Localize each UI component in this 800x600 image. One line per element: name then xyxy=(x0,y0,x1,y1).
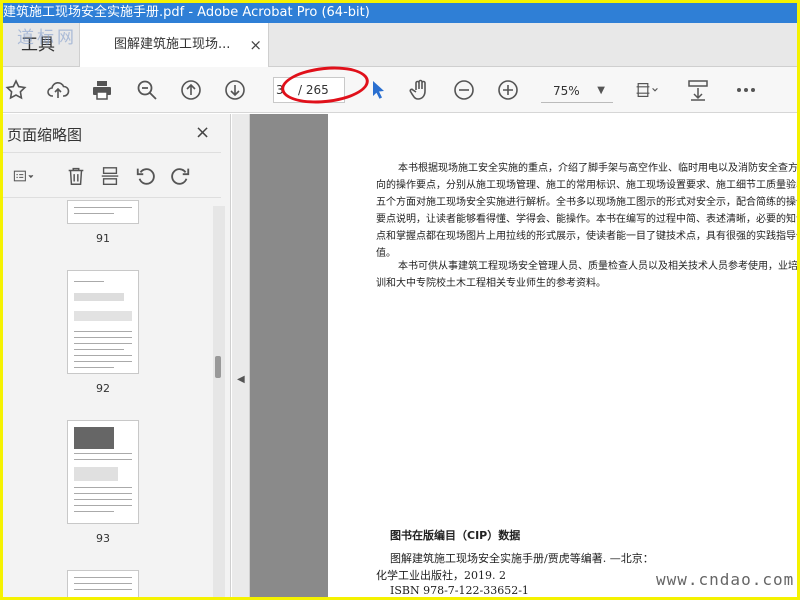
tab-tools[interactable]: 工具 xyxy=(3,23,79,67)
cursor-icon[interactable] xyxy=(365,77,391,103)
arrow-up-circle-icon[interactable] xyxy=(178,77,204,103)
more-icon[interactable] xyxy=(733,77,759,103)
thumbnail-page[interactable] xyxy=(67,420,139,524)
zoom-value: 75% xyxy=(553,84,580,98)
hand-icon[interactable] xyxy=(407,77,433,103)
tab-document-label: 图解建筑施工现场... xyxy=(114,37,231,52)
panel-toolbar xyxy=(3,152,221,198)
scrollbar-thumb[interactable] xyxy=(215,356,221,378)
zoom-out-search-icon[interactable] xyxy=(134,77,160,103)
thumbnail-page[interactable] xyxy=(67,200,139,224)
window-title: 建筑施工现场安全实施手册.pdf - Adobe Acrobat Pro (64… xyxy=(3,3,797,23)
rotate-right-icon[interactable] xyxy=(167,163,193,189)
tab-close-icon[interactable]: × xyxy=(249,23,262,67)
collapse-panel-handle[interactable]: ◀ xyxy=(232,114,250,597)
tab-document[interactable]: 图解建筑施工现场... × xyxy=(79,23,269,67)
thumbnail-page-number: 91 xyxy=(96,232,110,245)
app-window: 建筑施工现场安全实施手册.pdf - Adobe Acrobat Pro (64… xyxy=(3,3,797,597)
trash-icon[interactable] xyxy=(63,163,89,189)
thumbnail-list: 91 92 93 xyxy=(3,200,211,597)
page-number-field[interactable]: 3 / 265 xyxy=(273,77,345,103)
arrow-down-circle-icon[interactable] xyxy=(222,77,248,103)
cip-text: 化学工业出版社，2019. 2 xyxy=(376,569,506,582)
options-menu-icon[interactable] xyxy=(5,163,43,189)
rotate-left-icon[interactable] xyxy=(133,163,159,189)
plus-circle-icon[interactable] xyxy=(495,77,521,103)
cip-heading: 图书在版编目（CIP）数据 xyxy=(390,529,521,542)
toolbar: 3 / 265 75% ▼ xyxy=(3,62,797,113)
scroll-icon[interactable] xyxy=(685,77,711,103)
page-total: / 265 xyxy=(298,83,329,97)
cloud-upload-icon[interactable] xyxy=(45,77,71,103)
cip-text: 图解建筑施工现场安全实施手册/贾虎等编著. —北京： xyxy=(390,552,654,565)
star-icon[interactable] xyxy=(3,77,29,103)
page-margin xyxy=(250,114,328,597)
document-paragraph: 本书可供从事建筑工程现场安全管理人员、质量检查人员以及相关技术人员参考使用，业培… xyxy=(376,261,797,289)
close-icon[interactable]: × xyxy=(195,122,210,143)
thumbnail-page[interactable] xyxy=(67,270,139,374)
chevron-left-icon: ◀ xyxy=(237,374,245,385)
page-fit-icon[interactable] xyxy=(629,77,665,103)
site-watermark: www.cndao.com xyxy=(656,570,795,589)
document-view: ◀ 本书根据现场施工安全实施的重点，介绍了脚手架与高空作业、临时用电以及消防安全… xyxy=(232,114,797,597)
thumbnail-page[interactable] xyxy=(67,570,139,597)
document-paragraph: 本书根据现场施工安全实施的重点，介绍了脚手架与高空作业、临时用电以及消防安全查方… xyxy=(376,163,797,259)
tab-bar: 工具 图解建筑施工现场... × xyxy=(3,23,797,67)
page-current[interactable]: 3 xyxy=(276,78,284,102)
chevron-down-icon: ▼ xyxy=(597,85,605,96)
thumbnail-page-number: 92 xyxy=(96,382,110,395)
panel-title: 页面缩略图 xyxy=(7,126,83,144)
thumbnail-scrollbar[interactable] xyxy=(213,206,225,597)
minus-circle-icon[interactable] xyxy=(451,77,477,103)
cip-text: ISBN 978-7-122-33652-1 xyxy=(390,584,529,597)
zoom-select[interactable]: 75% ▼ xyxy=(541,79,613,103)
insert-page-icon[interactable] xyxy=(97,163,123,189)
thumbnail-panel: 页面缩略图 × 91 92 93 xyxy=(3,114,231,597)
print-icon[interactable] xyxy=(89,77,115,103)
thumbnail-page-number: 93 xyxy=(96,532,110,545)
document-page: 本书根据现场施工安全实施的重点，介绍了脚手架与高空作业、临时用电以及消防安全查方… xyxy=(328,114,797,597)
